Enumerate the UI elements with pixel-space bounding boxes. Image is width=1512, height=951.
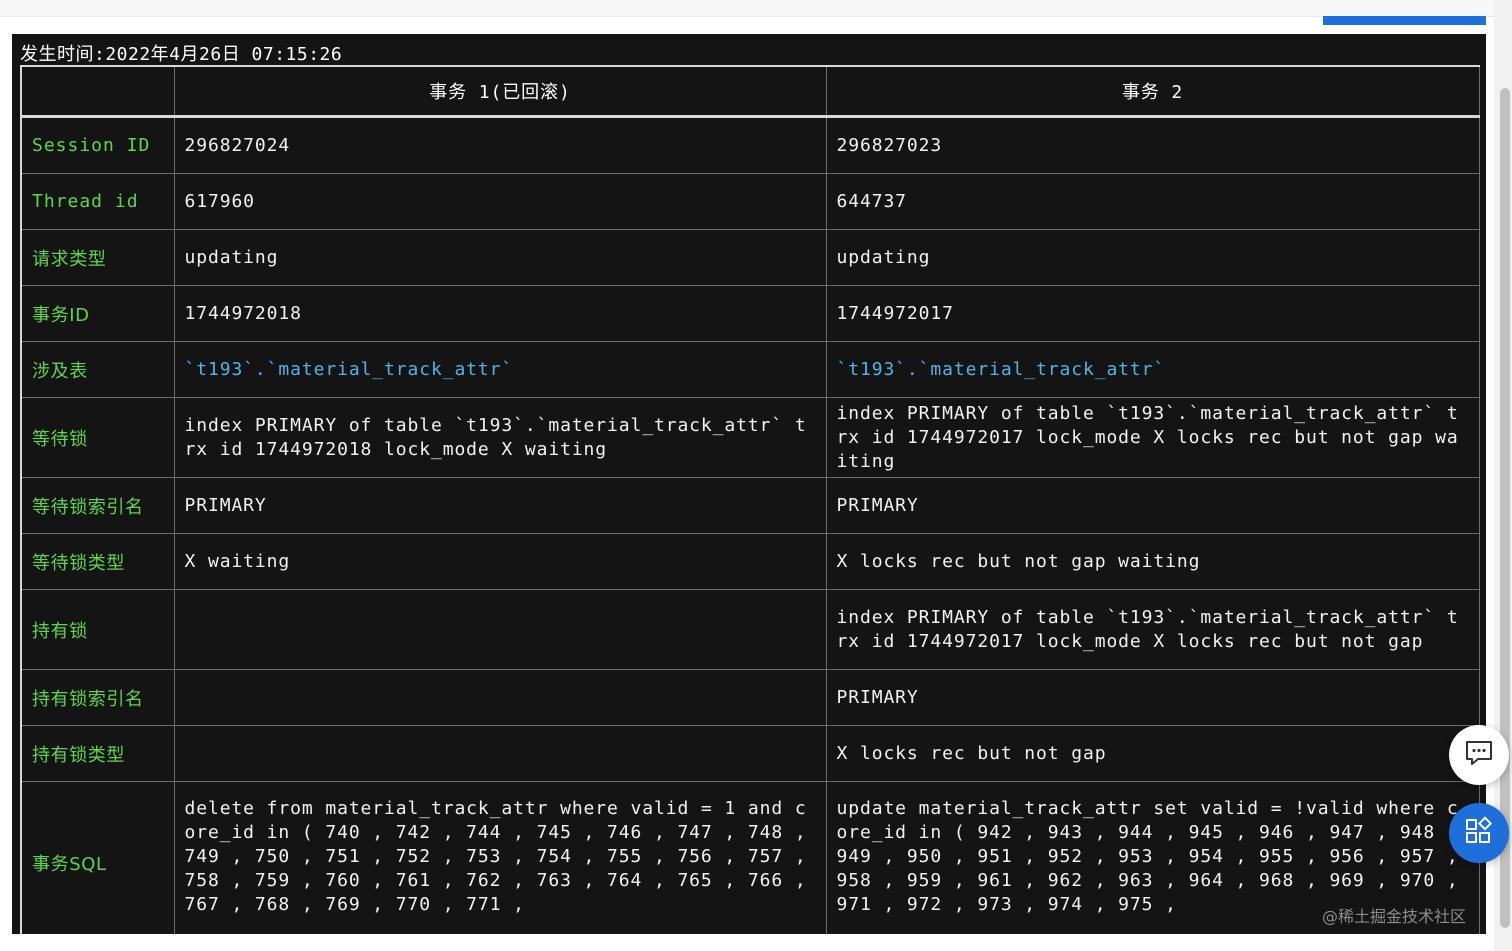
row-label: 持有锁 bbox=[20, 589, 175, 670]
t2-value: 296827023 bbox=[825, 116, 1480, 174]
t1-value bbox=[173, 669, 827, 726]
t2-value: 644737 bbox=[825, 173, 1480, 230]
t2-value: PRIMARY bbox=[825, 669, 1480, 726]
t2-value: index PRIMARY of table `t193`.`material_… bbox=[825, 397, 1480, 478]
table-row: 涉及表 `t193`.`material_track_attr` `t193`.… bbox=[20, 341, 1480, 398]
t2-value: 1744972017 bbox=[825, 285, 1480, 342]
occurrence-time: 发生时间:2022年4月26日 07:15:26 bbox=[20, 44, 343, 65]
header-transaction-2: 事务 2 bbox=[825, 65, 1480, 118]
table-row: 等待锁索引名 PRIMARY PRIMARY bbox=[20, 477, 1480, 534]
t1-value: 1744972018 bbox=[173, 285, 827, 342]
row-label: 持有锁索引名 bbox=[20, 669, 175, 726]
chat-bubble-icon bbox=[1464, 739, 1494, 771]
table-row: 持有锁类型 X locks rec but not gap bbox=[20, 725, 1480, 782]
t1-value: updating bbox=[173, 229, 827, 286]
table-row: Thread id 617960 644737 bbox=[20, 173, 1480, 230]
t2-value: X locks rec but not gap bbox=[825, 725, 1480, 782]
t1-sql: delete from material_track_attr where va… bbox=[173, 781, 827, 934]
table-row: 等待锁类型 X waiting X locks rec but not gap … bbox=[20, 533, 1480, 590]
row-label: 事务ID bbox=[20, 285, 175, 342]
t1-value: index PRIMARY of table `t193`.`material_… bbox=[173, 397, 827, 478]
table-row: 事务ID 1744972018 1744972017 bbox=[20, 285, 1480, 342]
t1-value: 296827024 bbox=[173, 116, 827, 174]
top-toolbar-strip bbox=[0, 0, 1512, 17]
table-row: 持有锁索引名 PRIMARY bbox=[20, 669, 1480, 726]
t2-value: index PRIMARY of table `t193`.`material_… bbox=[825, 589, 1480, 670]
t1-table-link[interactable]: `t193`.`material_track_attr` bbox=[173, 341, 827, 398]
row-label: 事务SQL bbox=[20, 781, 175, 934]
table-row: Session ID 296827024 296827023 bbox=[20, 116, 1480, 174]
row-label: 涉及表 bbox=[20, 341, 175, 398]
row-label: Thread id bbox=[20, 173, 175, 230]
table-row: 请求类型 updating updating bbox=[20, 229, 1480, 286]
top-accent-button[interactable] bbox=[1323, 16, 1486, 25]
t1-value bbox=[173, 589, 827, 670]
row-label: Session ID bbox=[20, 116, 175, 174]
table-row: 等待锁 index PRIMARY of table `t193`.`mater… bbox=[20, 397, 1480, 478]
header-corner-cell bbox=[20, 65, 175, 118]
row-label: 请求类型 bbox=[20, 229, 175, 286]
apps-fab-button[interactable] bbox=[1449, 803, 1509, 863]
header-transaction-1: 事务 1(已回滚) bbox=[173, 65, 827, 118]
row-label: 等待锁 bbox=[20, 397, 175, 478]
table-row: 事务SQL delete from material_track_attr wh… bbox=[20, 781, 1480, 934]
t2-value: PRIMARY bbox=[825, 477, 1480, 534]
row-label: 等待锁类型 bbox=[20, 533, 175, 590]
deadlock-table: 事务 1(已回滚) 事务 2 Session ID 296827024 2968… bbox=[20, 65, 1480, 934]
t2-table-link[interactable]: `t193`.`material_track_attr` bbox=[825, 341, 1480, 398]
t1-value bbox=[173, 725, 827, 782]
deadlock-log-panel: 发生时间:2022年4月26日 07:15:26 事务 1(已回滚) 事务 2 … bbox=[12, 34, 1486, 934]
table-row: 持有锁 index PRIMARY of table `t193`.`mater… bbox=[20, 589, 1480, 670]
watermark: @稀土掘金技术社区 bbox=[1322, 907, 1467, 926]
t2-value: updating bbox=[825, 229, 1480, 286]
t1-value: 617960 bbox=[173, 173, 827, 230]
t1-value: PRIMARY bbox=[173, 477, 827, 534]
apps-grid-icon bbox=[1464, 816, 1494, 850]
chat-fab-button[interactable] bbox=[1449, 725, 1509, 785]
t2-value: X locks rec but not gap waiting bbox=[825, 533, 1480, 590]
table-header-row: 事务 1(已回滚) 事务 2 bbox=[20, 65, 1480, 118]
t1-value: X waiting bbox=[173, 533, 827, 590]
scrollbar-thumb[interactable] bbox=[1500, 88, 1510, 928]
row-label: 持有锁类型 bbox=[20, 725, 175, 782]
row-label: 等待锁索引名 bbox=[20, 477, 175, 534]
